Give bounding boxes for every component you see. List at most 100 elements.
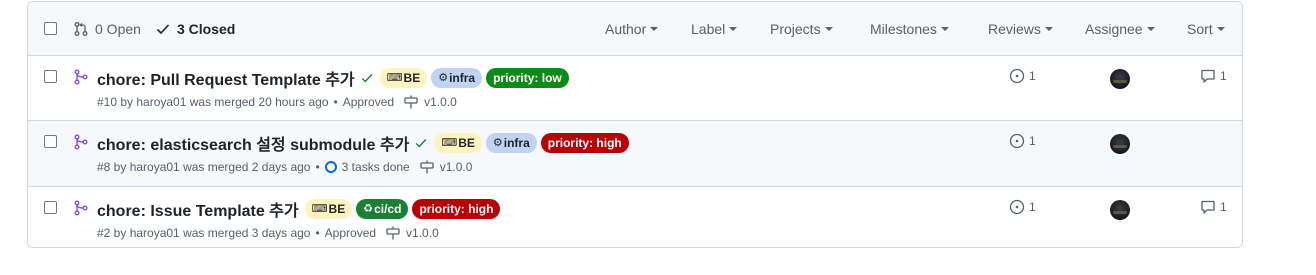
comment-icon xyxy=(1201,69,1215,83)
label-filter-label: Label xyxy=(691,21,726,37)
pull-request-title[interactable]: chore: Issue Template 추가 xyxy=(97,197,299,221)
comments-link[interactable]: 1 xyxy=(1200,68,1227,84)
label-text: BE xyxy=(328,202,346,216)
label-text: BE xyxy=(403,71,421,85)
milestone-icon xyxy=(386,226,400,240)
comments-count: 1 xyxy=(1220,200,1227,214)
linked-issues[interactable]: 1 xyxy=(1009,199,1036,215)
chevron-down-icon xyxy=(1044,27,1053,31)
label-infra[interactable]: ⚙ infra xyxy=(485,133,537,153)
chevron-down-icon xyxy=(1216,27,1225,31)
assignee-avatar[interactable] xyxy=(1110,200,1130,220)
row-checkbox[interactable] xyxy=(44,135,57,148)
task-progress-icon xyxy=(324,161,337,173)
review-status[interactable]: Approved xyxy=(343,95,394,109)
row-checkbox[interactable] xyxy=(44,201,57,214)
meta-text: #2 by haroya01 was merged 3 days ago xyxy=(97,226,311,240)
pull-request-title[interactable]: chore: elasticsearch 설정 submodule 추가 xyxy=(97,131,409,155)
chevron-down-icon xyxy=(729,27,738,31)
reviews-filter-label: Reviews xyxy=(988,21,1041,37)
merged-icon xyxy=(74,69,88,85)
label-filter[interactable]: Label xyxy=(691,21,738,37)
issue-opened-icon xyxy=(1009,133,1025,149)
linked-issues[interactable]: 1 xyxy=(1009,133,1036,149)
check-icon xyxy=(156,24,170,35)
pull-request-meta: #10 by haroya01 was merged 20 hours ago … xyxy=(97,95,457,109)
task-progress-label: 3 tasks done xyxy=(341,160,410,174)
sort-filter-label: Sort xyxy=(1187,21,1213,37)
merged-icon xyxy=(74,200,88,216)
comments-count: 1 xyxy=(1220,69,1227,83)
label-be[interactable]: ⌨ BE xyxy=(379,68,428,88)
assignee-filter-label: Assignee xyxy=(1085,21,1143,37)
review-status[interactable]: Approved xyxy=(325,226,376,240)
label-priority-low[interactable]: priority: low xyxy=(486,68,569,88)
state-toggle: 0 Open 3 Closed xyxy=(73,20,235,38)
issue-opened-icon xyxy=(1009,68,1025,84)
pull-request-title[interactable]: chore: Pull Request Template 추가 xyxy=(97,66,355,90)
author-filter[interactable]: Author xyxy=(605,21,659,37)
checks-passed-icon[interactable] xyxy=(414,136,428,150)
milestone-icon xyxy=(420,160,434,174)
label-text: infra xyxy=(449,71,476,85)
pull-request-list: 0 Open 3 Closed Author Label Projects Mi… xyxy=(27,1,1243,248)
milestone-label: v1.0.0 xyxy=(406,226,439,240)
open-filter-link[interactable]: 0 Open xyxy=(73,21,141,37)
pull-request-meta: #8 by haroya01 was merged 2 days ago • 3… xyxy=(97,160,472,174)
issue-opened-icon xyxy=(1009,199,1025,215)
pull-request-meta: #2 by haroya01 was merged 3 days ago • A… xyxy=(97,226,439,240)
pull-request-row: chore: Pull Request Template 추가 ⌨ BE ⚙ inf… xyxy=(28,56,1242,121)
label-be[interactable]: ⌨ BE xyxy=(434,133,482,153)
label-infra[interactable]: ⚙ infra xyxy=(431,68,483,88)
label-priority-high[interactable]: priority: high xyxy=(540,133,629,153)
open-count: 0 Open xyxy=(95,21,141,37)
label-text: priority: high xyxy=(419,202,494,216)
label-text: priority: high xyxy=(547,136,622,150)
closed-filter-link[interactable]: 3 Closed xyxy=(155,21,235,37)
row-checkbox[interactable] xyxy=(44,70,57,83)
keyboard-icon: ⌨ xyxy=(441,137,458,149)
author-filter-label: Author xyxy=(605,21,647,37)
label-text: infra xyxy=(503,136,530,150)
chevron-down-icon xyxy=(940,27,949,31)
meta-text: #8 by haroya01 was merged 2 days ago xyxy=(97,160,311,174)
gear-icon: ⚙ xyxy=(492,137,503,149)
assignee-avatar[interactable] xyxy=(1110,134,1130,154)
task-progress[interactable]: 3 tasks done xyxy=(324,160,410,174)
reviews-filter[interactable]: Reviews xyxy=(988,21,1053,37)
keyboard-icon: ⌨ xyxy=(311,203,328,215)
linked-issues[interactable]: 1 xyxy=(1009,68,1036,84)
comments-link[interactable]: 1 xyxy=(1200,199,1227,215)
label-cicd[interactable]: ♻ ci/cd xyxy=(356,199,409,219)
meta-text: #10 by haroya01 was merged 20 hours ago xyxy=(97,95,329,109)
separator-dot: • xyxy=(315,226,320,240)
milestone-icon xyxy=(404,95,418,109)
label-priority-high[interactable]: priority: high xyxy=(412,199,501,219)
linked-issues-count: 1 xyxy=(1029,134,1036,148)
milestones-filter[interactable]: Milestones xyxy=(870,21,949,37)
separator-dot: • xyxy=(333,95,338,109)
milestone-link[interactable]: v1.0.0 xyxy=(404,95,457,109)
gear-icon: ⚙ xyxy=(438,72,449,84)
label-be[interactable]: ⌨ BE xyxy=(304,199,353,219)
closed-count: 3 Closed xyxy=(176,21,236,37)
projects-filter-label: Projects xyxy=(770,21,821,37)
projects-filter[interactable]: Projects xyxy=(770,21,833,37)
chevron-down-icon xyxy=(824,27,833,31)
linked-issues-count: 1 xyxy=(1029,200,1036,214)
checks-passed-icon[interactable] xyxy=(360,71,374,85)
comment-icon xyxy=(1201,200,1215,214)
chevron-down-icon xyxy=(650,27,659,31)
milestone-link[interactable]: v1.0.0 xyxy=(420,160,472,174)
title-line: chore: Issue Template 추가 ⌨ BE ♻ ci/cd prio… xyxy=(97,197,504,221)
assignee-filter[interactable]: Assignee xyxy=(1085,21,1155,37)
list-header: 0 Open 3 Closed Author Label Projects Mi… xyxy=(28,2,1242,56)
milestone-link[interactable]: v1.0.0 xyxy=(386,226,439,240)
assignee-avatar[interactable] xyxy=(1110,69,1130,89)
title-line: chore: elasticsearch 설정 submodule 추가 ⌨ BE… xyxy=(97,131,633,155)
milestone-label: v1.0.0 xyxy=(424,95,457,109)
label-text: BE xyxy=(458,136,475,150)
chevron-down-icon xyxy=(1146,27,1155,31)
select-all-checkbox[interactable] xyxy=(44,22,57,35)
sort-filter[interactable]: Sort xyxy=(1187,21,1225,37)
